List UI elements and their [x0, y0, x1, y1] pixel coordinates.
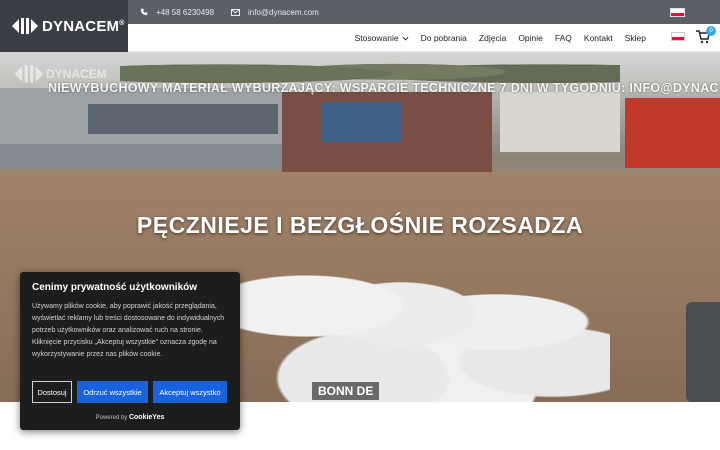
powered-by-label: Powered by	[95, 415, 128, 421]
cookie-buttons: Dostosuj Odrzuć wszystkie Akceptuj wszys…	[32, 381, 227, 403]
brand-name: DYNACEM®	[42, 17, 125, 35]
envelope-icon	[231, 8, 240, 16]
cart-count-badge: 0	[706, 26, 716, 36]
site-logo[interactable]: DYNACEM®	[0, 0, 128, 52]
hero-building-middle	[282, 92, 492, 172]
watermark-logo-icon	[14, 65, 44, 83]
hero-caption: BONN DE	[312, 382, 380, 400]
hero-ticker: NIEWYBUCHOWY MATERIAŁ WYBURZAJĄCY: WSPAR…	[48, 81, 720, 95]
cookie-consent-dialog: Cenimy prywatność użytkowników Używamy p…	[20, 272, 240, 430]
cookie-title: Cenimy prywatność użytkowników	[32, 282, 198, 293]
page: +48 58 6230498 info@dynacem.com DYNACEM®	[0, 0, 720, 450]
phone-icon	[140, 8, 148, 16]
hero-building-right	[500, 92, 620, 152]
customize-button[interactable]: Dostosuj	[32, 381, 72, 403]
nav-item-faq[interactable]: FAQ	[555, 33, 572, 43]
hero-bin	[686, 302, 720, 402]
powered-by[interactable]: Powered by CookieYes	[20, 414, 240, 421]
cookie-text: Używamy plików cookie, aby poprawić jako…	[32, 303, 225, 358]
hero-building-left	[0, 88, 285, 168]
language-flag-icon[interactable]	[671, 32, 685, 41]
watermark-text: DYNACEM	[46, 67, 107, 81]
phone-contact[interactable]: +48 58 6230498	[140, 0, 214, 24]
polish-flag-icon[interactable]	[670, 8, 685, 17]
nav-item-kontakt[interactable]: Kontakt	[584, 33, 613, 43]
email-address: info@dynacem.com	[248, 7, 319, 17]
nav-item-sklep[interactable]: Sklep	[625, 33, 646, 43]
main-menu: Stosowanie Do pobrania Zdjęcia Opinie FA…	[343, 24, 646, 52]
dynacem-logo-icon	[12, 17, 38, 35]
hero-title: PĘCZNIEJE I BEZGŁOŚNIE ROZSADZA	[136, 212, 584, 238]
cookieyes-brand: CookieYes	[128, 414, 165, 421]
chevron-down-icon	[402, 36, 409, 41]
hero-red-wall	[625, 98, 720, 168]
phone-number: +48 58 6230498	[156, 7, 215, 17]
nav-item-opinie[interactable]: Opinie	[518, 33, 543, 43]
nav-item-stosowanie[interactable]: Stosowanie	[355, 33, 409, 43]
email-contact[interactable]: info@dynacem.com	[231, 0, 319, 24]
hero-sacks-image	[230, 242, 610, 402]
reject-all-button[interactable]: Odrzuć wszystkie	[77, 381, 148, 403]
nav-item-zdjecia[interactable]: Zdjęcia	[479, 33, 506, 43]
accept-all-button[interactable]: Akceptuj wszystko	[153, 381, 227, 403]
cart-button[interactable]: 0	[696, 26, 716, 46]
nav-item-do-pobrania[interactable]: Do pobrania	[421, 33, 467, 43]
